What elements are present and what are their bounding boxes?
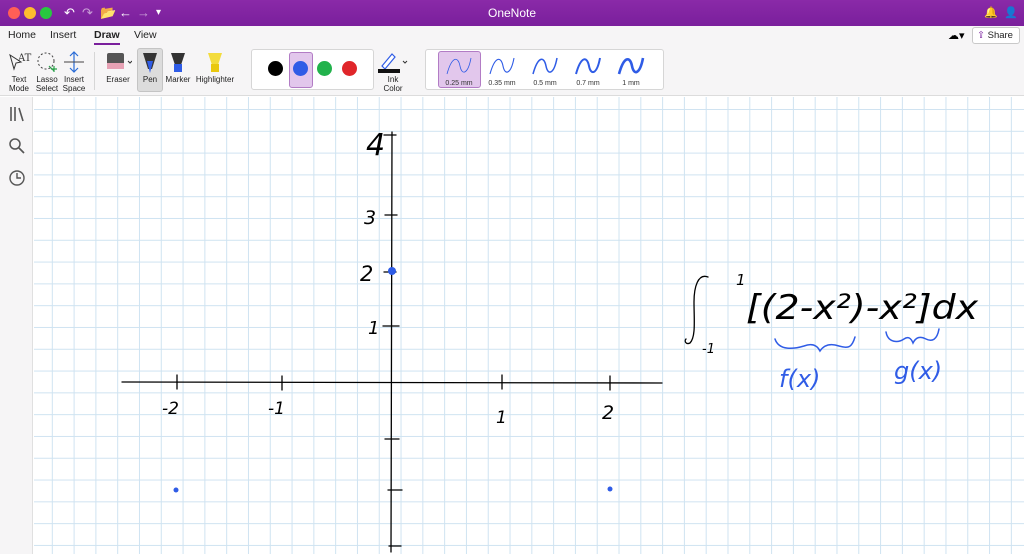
marker-icon — [171, 53, 185, 72]
highlighter-icon — [208, 53, 222, 72]
stroke-sample-icon — [575, 57, 601, 75]
thickness-label: 1 mm — [622, 80, 640, 87]
y-tick-label-1: 1 — [368, 318, 379, 339]
x-tick-label-2: 2 — [602, 402, 614, 424]
tab-view[interactable]: View — [134, 29, 157, 41]
ribbon-tabs: Home Insert Draw View ☁▾ ⇪ Share — [0, 26, 1024, 46]
text-mode-label-1: Text — [11, 75, 27, 84]
highlighter-button[interactable]: Highlighter — [194, 49, 236, 84]
ink-drawing-layer: 4 3 2 1 -2 -1 1 2 1 -1 [(2-x²)-x²]dx f(x… — [121, 128, 979, 553]
insert-space-button[interactable]: Insert Space — [61, 49, 87, 93]
lasso-label-1: Lasso — [36, 75, 58, 84]
highlighter-label: Highlighter — [195, 75, 235, 84]
lasso-icon — [37, 52, 57, 72]
f-brace — [774, 336, 856, 353]
sync-status-icon[interactable]: ☁▾ — [948, 29, 965, 42]
thickness-0-25mm-option[interactable]: 0.25 mm — [439, 54, 479, 87]
tab-draw[interactable]: Draw — [94, 29, 120, 45]
color-green-swatch[interactable] — [317, 61, 332, 76]
ink-color-palette — [251, 49, 374, 90]
point-at-neg2 — [173, 487, 179, 493]
f-of-x-label: f(x) — [779, 365, 820, 393]
integral-sign — [684, 275, 709, 345]
point-at-2 — [607, 486, 613, 492]
thickness-label: 0.25 mm — [445, 80, 473, 87]
ink-color-label-1: Ink — [387, 75, 399, 84]
thickness-label: 0.35 mm — [488, 80, 516, 87]
lasso-label-2: Select — [35, 84, 59, 93]
notifications-bell-icon[interactable]: 🔔 — [984, 4, 998, 22]
eraser-icon — [107, 53, 132, 69]
g-of-x-label: g(x) — [894, 357, 942, 385]
y-tick-label-2: 2 — [360, 262, 373, 286]
color-red-swatch[interactable] — [342, 61, 357, 76]
y-axis — [390, 131, 393, 553]
thickness-0-35mm-option[interactable]: 0.35 mm — [482, 54, 522, 87]
eraser-button[interactable]: Eraser — [104, 49, 132, 84]
x-tick-label-1: 1 — [496, 408, 507, 428]
stroke-sample-icon — [489, 57, 515, 75]
pen-icon — [143, 53, 157, 73]
blue-ink-group — [774, 328, 940, 353]
note-page-canvas[interactable]: 4 3 2 1 -2 -1 1 2 1 -1 [(2-x²)-x²]dx f(x… — [34, 97, 1024, 554]
y-tick-label-4: 4 — [366, 128, 385, 163]
lasso-select-button[interactable]: Lasso Select — [34, 49, 60, 93]
y-tick-label-3: 3 — [364, 207, 376, 229]
account-icon[interactable]: 👤 — [1004, 4, 1018, 22]
color-black-swatch[interactable] — [268, 61, 283, 76]
x-tick-label-neg1: -1 — [268, 399, 285, 419]
stroke-sample-icon — [446, 57, 472, 75]
notebooks-icon[interactable] — [8, 105, 26, 123]
integral-upper-limit: 1 — [736, 271, 746, 289]
integrand-expression: [(2-x²)-x²]dx — [746, 288, 979, 328]
divider — [94, 52, 95, 90]
marker-button[interactable]: Marker — [164, 49, 192, 84]
black-ink-group — [121, 131, 709, 553]
x-axis — [121, 381, 663, 384]
insert-space-label-1: Insert — [63, 75, 84, 84]
pen-label: Pen — [142, 75, 158, 84]
x-tick-label-neg2: -2 — [162, 399, 179, 419]
insert-space-label-2: Space — [62, 84, 86, 93]
point-at-y-2 — [388, 267, 396, 275]
share-button[interactable]: ⇪ Share — [972, 27, 1020, 44]
share-label: Share — [987, 30, 1013, 41]
pen-button[interactable]: Pen — [137, 49, 163, 84]
window-title: OneNote — [487, 6, 537, 20]
thickness-0-5mm-option[interactable]: 0.5 mm — [525, 54, 565, 87]
title-bar: ↶ ↷ 📂 ← → ▾ OneNote 🔔 👤 — [0, 0, 1024, 26]
text-mode-label-2: Mode — [8, 84, 29, 93]
stroke-sample-icon — [532, 57, 558, 75]
text-mode-icon: AT — [9, 53, 32, 71]
draw-ribbon: AT Text Mode Lasso Select Insert Space E… — [0, 46, 1024, 96]
navigation-sidebar — [0, 97, 33, 554]
g-brace — [885, 328, 940, 345]
ink-color-button[interactable]: Ink Color — [376, 49, 410, 93]
tab-insert[interactable]: Insert — [50, 29, 76, 41]
pen-thickness-palette: 0.25 mm 0.35 mm 0.5 mm 0.7 mm 1 mm — [425, 49, 664, 90]
stroke-sample-icon — [617, 57, 645, 75]
ink-color-pen-icon — [378, 53, 408, 73]
text-mode-button[interactable]: AT Text Mode — [6, 49, 32, 93]
color-blue-swatch[interactable] — [293, 61, 308, 76]
thickness-0-7mm-option[interactable]: 0.7 mm — [568, 54, 608, 87]
share-icon: ⇪ — [977, 30, 985, 41]
search-icon[interactable] — [8, 137, 26, 155]
svg-text:AT: AT — [17, 53, 32, 64]
recent-notes-clock-icon[interactable] — [8, 169, 26, 187]
insert-space-icon — [64, 51, 84, 73]
thickness-label: 0.7 mm — [576, 80, 600, 87]
marker-label: Marker — [165, 75, 191, 84]
ink-color-label-2: Color — [383, 84, 403, 93]
thickness-1mm-option[interactable]: 1 mm — [611, 54, 651, 87]
integral-lower-limit: -1 — [702, 342, 715, 357]
thickness-label: 0.5 mm — [533, 80, 557, 87]
tab-home[interactable]: Home — [8, 29, 36, 41]
eraser-label: Eraser — [106, 75, 130, 84]
